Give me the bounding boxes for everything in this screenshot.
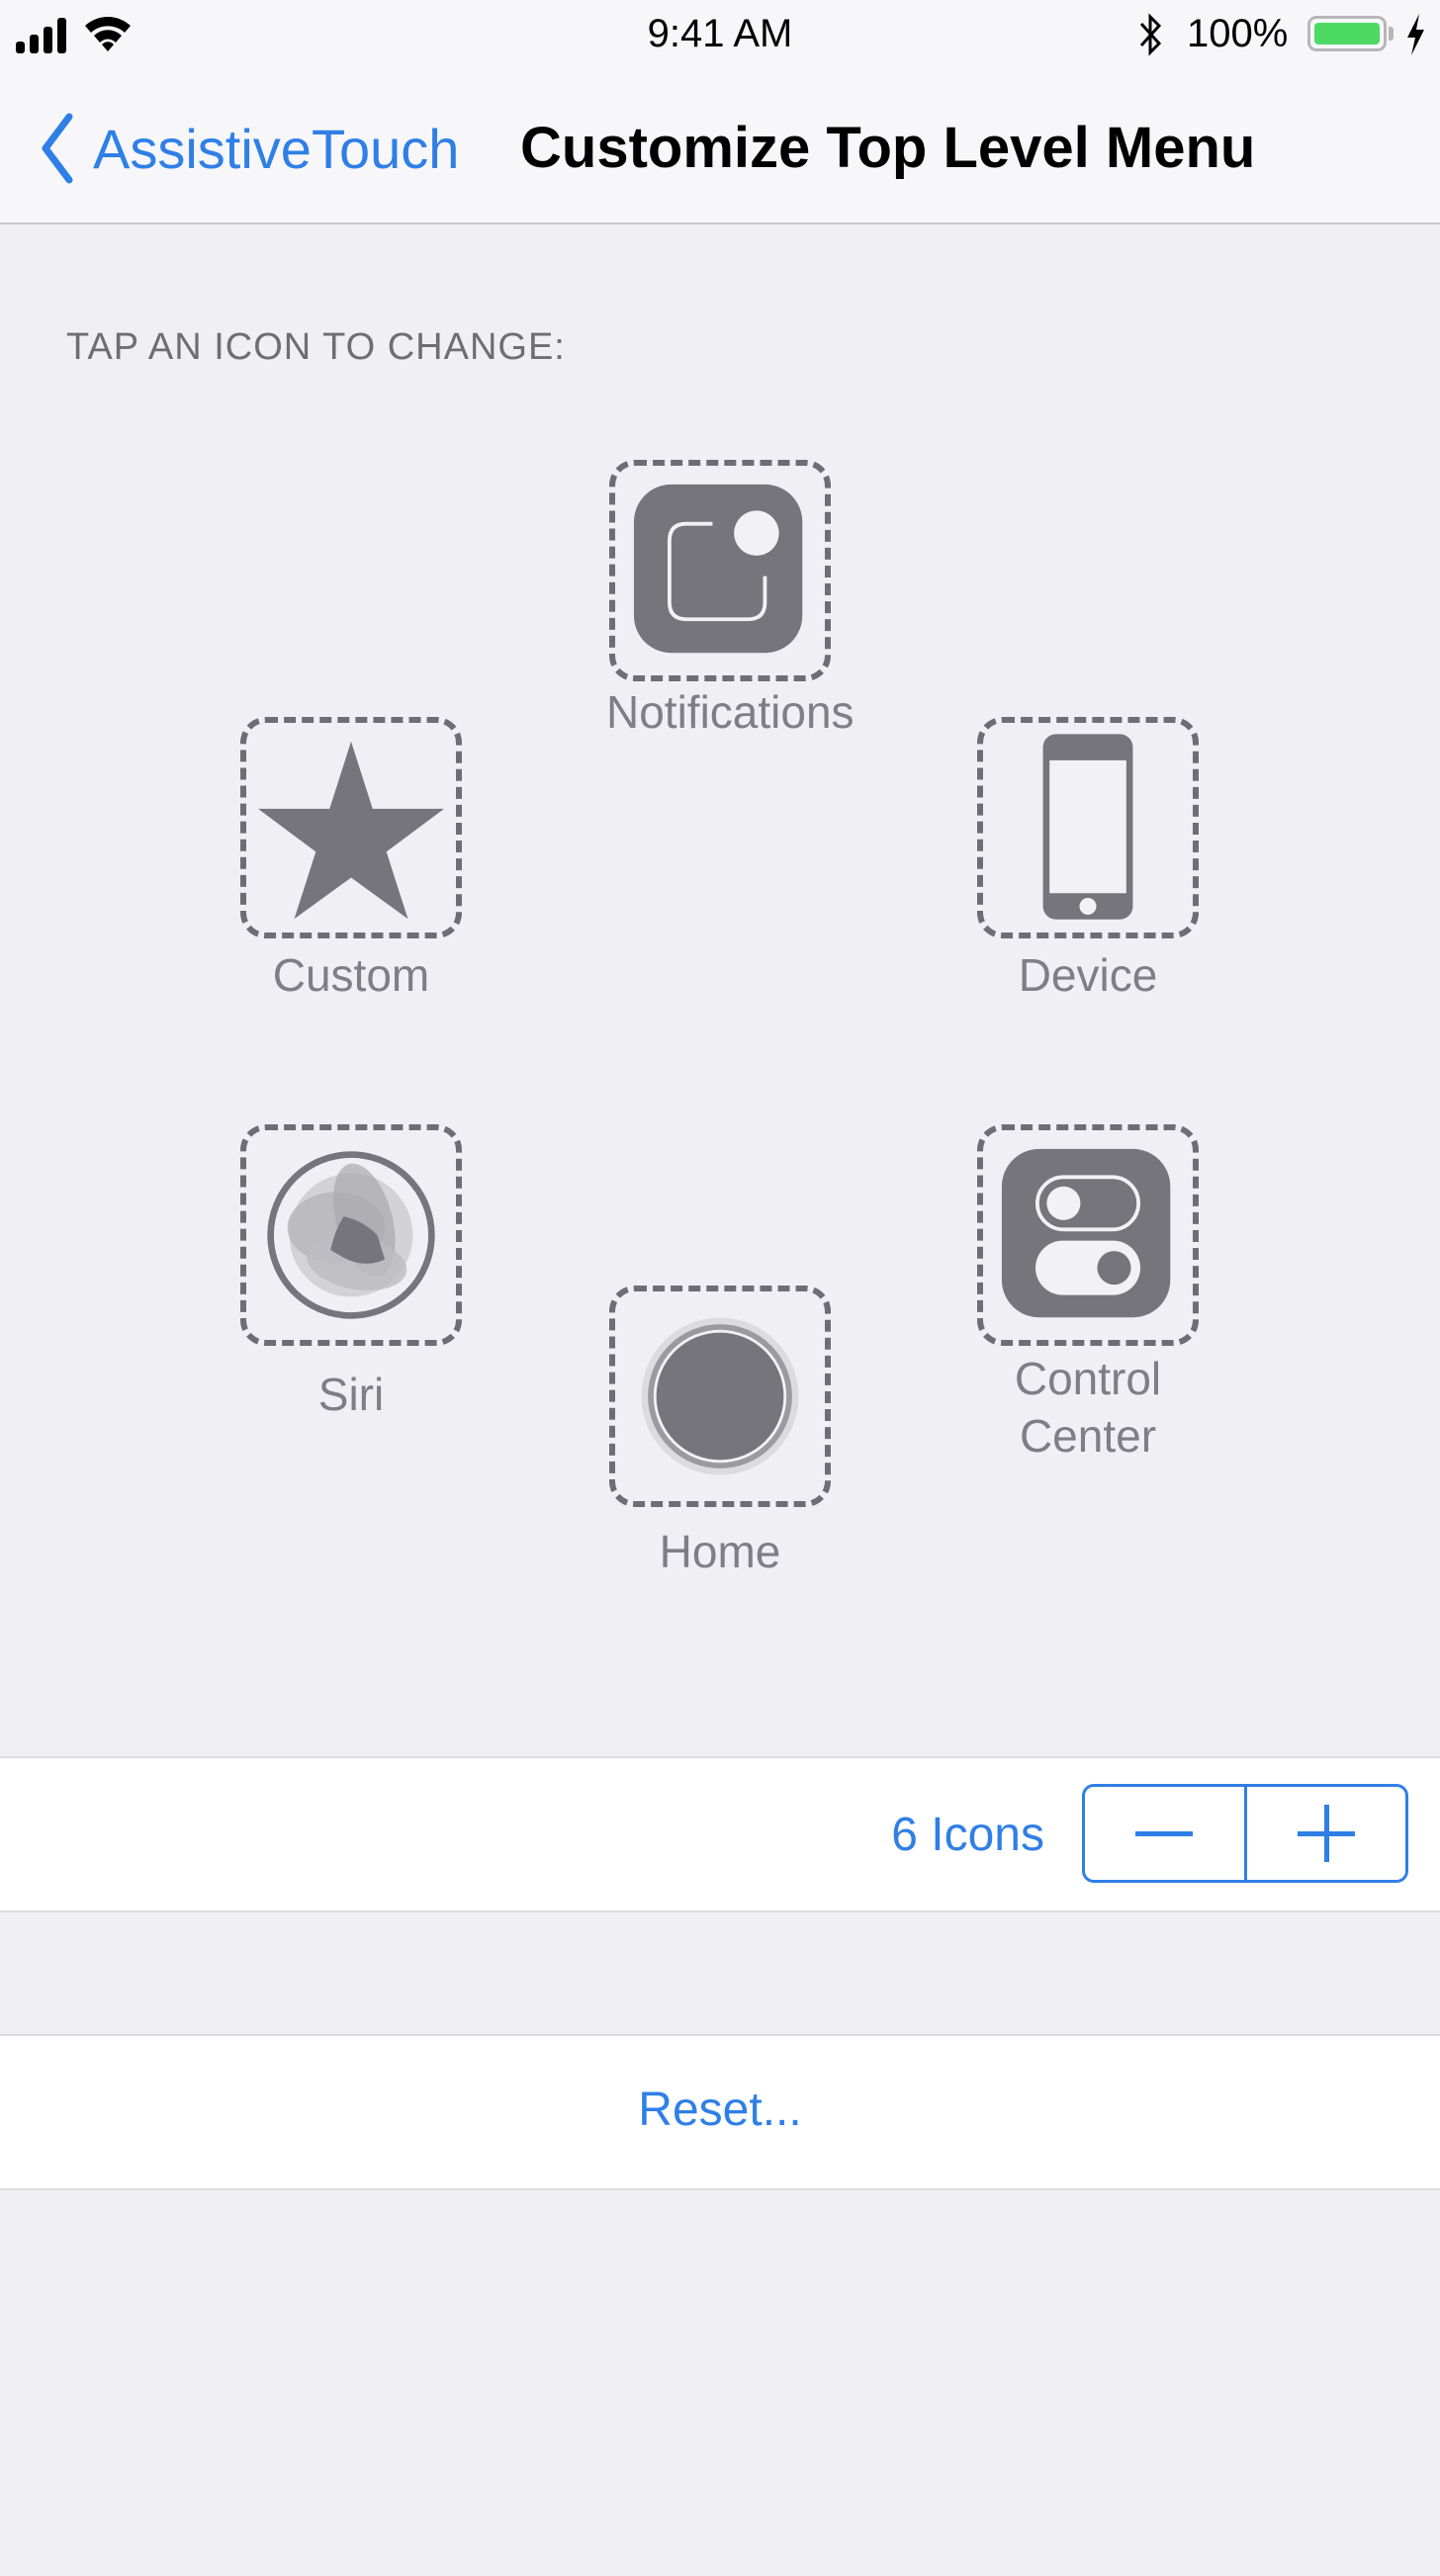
- increment-button[interactable]: [1243, 1787, 1406, 1880]
- icon-slot: [240, 1124, 462, 1346]
- bluetooth-icon: [1139, 13, 1162, 56]
- reset-button[interactable]: Reset...: [0, 2036, 1440, 2184]
- minus-icon: [1135, 1831, 1194, 1836]
- star-icon: [257, 741, 445, 920]
- icon-slot: [609, 460, 831, 681]
- menu-icon-device[interactable]: Device: [974, 717, 1202, 1004]
- menu-icon-label: Device: [1018, 949, 1158, 1001]
- page-title: Customize Top Level Menu: [520, 116, 1256, 180]
- decrement-button[interactable]: [1085, 1787, 1244, 1880]
- battery-tip: [1389, 27, 1394, 41]
- menu-icon-home[interactable]: Home: [606, 1286, 834, 1580]
- menu-icon-notifications[interactable]: Notifications: [606, 460, 855, 741]
- menu-icon-label: Control Center: [974, 1350, 1202, 1465]
- control-center-icon: [1001, 1148, 1171, 1318]
- device-icon: [1042, 734, 1133, 920]
- battery-percent: 100%: [1187, 12, 1289, 55]
- battery-icon: [1307, 16, 1387, 51]
- menu-icon-control-center[interactable]: Control Center: [974, 1124, 1202, 1465]
- section-header: TAP AN ICON TO CHANGE:: [66, 326, 566, 368]
- status-bar: 9:41 AM 100%: [0, 0, 1440, 69]
- chevron-left-icon: [42, 113, 73, 184]
- icon-count-stepper: [1082, 1784, 1408, 1883]
- menu-icon-label: Notifications: [606, 686, 855, 738]
- menu-icon-label: Home: [659, 1526, 781, 1577]
- siri-icon: [267, 1151, 435, 1319]
- icon-count-row: 6 Icons: [0, 1756, 1440, 1912]
- back-button[interactable]: AssistiveTouch: [38, 111, 459, 186]
- home-button-icon: [641, 1317, 799, 1475]
- icon-count-label: 6 Icons: [891, 1809, 1044, 1861]
- menu-icon-label: Siri: [317, 1369, 385, 1420]
- back-button-label: AssistiveTouch: [93, 117, 460, 180]
- menu-icon-custom[interactable]: Custom: [237, 717, 465, 1004]
- label-line-2: Center: [1019, 1410, 1157, 1462]
- reset-row: Reset...: [0, 2034, 1440, 2190]
- menu-icon-siri[interactable]: Siri: [237, 1124, 465, 1423]
- menu-icon-label: Custom: [272, 949, 430, 1001]
- icon-slot: [977, 1124, 1199, 1346]
- charging-bolt-icon: [1407, 14, 1424, 55]
- label-line-1: Control: [1014, 1353, 1162, 1404]
- icon-slot: [609, 1286, 831, 1507]
- icon-slot: [240, 717, 462, 938]
- notifications-icon: [633, 484, 803, 654]
- icon-slot: [977, 717, 1199, 938]
